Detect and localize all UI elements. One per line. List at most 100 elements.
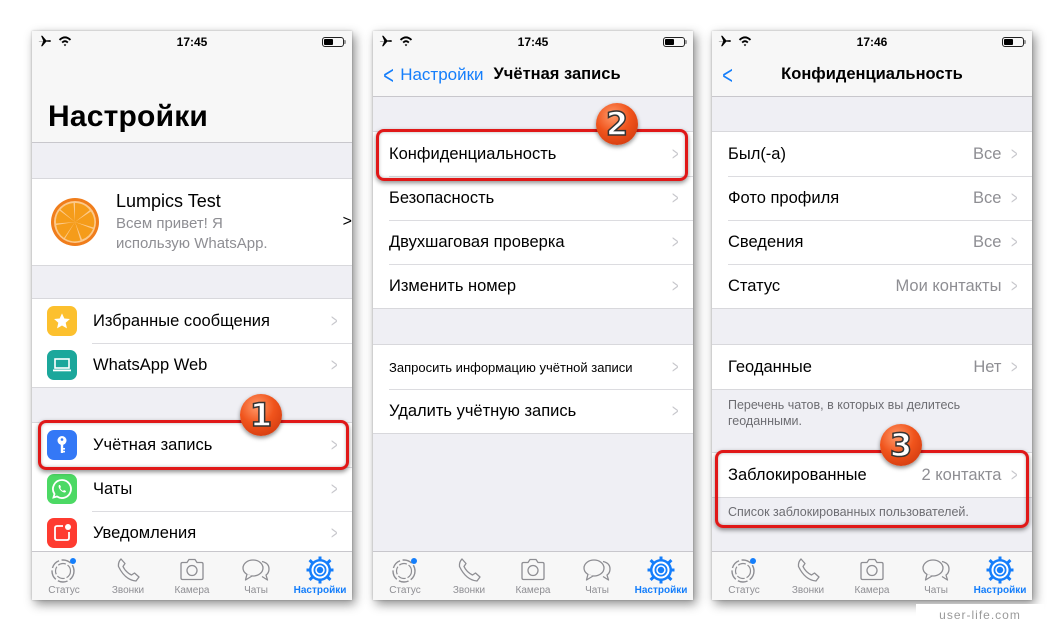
account-item-label: Безопасность (389, 188, 495, 207)
privacy-item-status[interactable]: Статус Мои контакты > (712, 264, 1032, 308)
phone-icon (793, 556, 823, 584)
chevron-right-icon: > (1011, 464, 1018, 485)
chevron-right-icon: > (672, 187, 679, 208)
nav-bar: < Настройки Учётная запись (373, 53, 693, 97)
phone-icon (454, 556, 484, 584)
chevron-right-icon: > (1011, 275, 1018, 296)
nav-bar: < Конфиденциальность (712, 53, 1032, 97)
settings-item-account[interactable]: Учётная запись > (32, 423, 352, 467)
chevron-right-icon: > (331, 478, 338, 499)
account-item-privacy[interactable]: Конфиденциальность > (373, 132, 693, 176)
privacy-item-blocked[interactable]: Заблокированные 2 контакта > (712, 453, 1032, 497)
settings-item-label: Чаты (93, 479, 133, 498)
account-item-change-number[interactable]: Изменить номер > (373, 264, 693, 308)
chats-icon (921, 556, 951, 584)
chevron-right-icon: > (672, 356, 679, 377)
tab-settings[interactable]: Настройки (629, 552, 693, 600)
account-item-two-step[interactable]: Двухшаговая проверка > (373, 220, 693, 264)
privacy-item-live-location[interactable]: Геоданные Нет > (712, 345, 1032, 389)
chevron-right-icon: > (1011, 231, 1018, 252)
chevron-right-icon: > (331, 310, 338, 331)
chevron-right-icon: > (331, 354, 338, 375)
tab-camera[interactable]: Камера (501, 552, 565, 600)
phone-icon (113, 556, 143, 584)
profile-group: Lumpics Test Всем привет! Я использую Wh… (32, 178, 352, 266)
privacy-item-value: Нет (973, 357, 1002, 376)
back-button[interactable]: < Настройки (381, 62, 483, 88)
screen-account: 17:45 < Настройки Учётная запись Конфиде… (373, 31, 693, 600)
account-item-security[interactable]: Безопасность > (373, 176, 693, 220)
tab-calls[interactable]: Звонки (96, 552, 160, 600)
privacy-item-value: 2 контакта (921, 465, 1002, 484)
account-item-label: Изменить номер (389, 276, 516, 295)
tab-chats[interactable]: Чаты (565, 552, 629, 600)
status-bar: 17:45 (373, 31, 693, 53)
whatsapp-icon (47, 474, 77, 504)
tab-status[interactable]: Статус (32, 552, 96, 600)
tab-camera[interactable]: Камера (840, 552, 904, 600)
screen-settings: 17:45 Настройки Lumpics Test Всем привет… (32, 31, 352, 600)
settings-item-whatsapp-web[interactable]: WhatsApp Web > (32, 343, 352, 387)
live-location-footnote: Перечень чатов, в которых вы делитесь ге… (728, 398, 961, 428)
chevron-right-icon: > (331, 434, 338, 455)
privacy-item-label: Фото профиля (728, 188, 840, 207)
blocked-footnote: Список заблокированных пользователей. (728, 505, 969, 519)
settings-item-label: Учётная запись (93, 435, 213, 454)
tab-label: Звонки (111, 585, 145, 596)
chevron-right-icon: > (1011, 356, 1018, 377)
privacy-item-value: Все (973, 144, 1002, 163)
battery-icon (663, 37, 687, 47)
chevron-right-icon: > (672, 400, 679, 421)
tab-label: Статус (48, 585, 80, 596)
tab-label: Камера (174, 585, 210, 596)
privacy-item-value: Все (973, 232, 1002, 251)
account-item-delete[interactable]: Удалить учётную запись > (373, 389, 693, 433)
privacy-item-profile-photo[interactable]: Фото профиля Все > (712, 176, 1032, 220)
chevron-right-icon: > (672, 275, 679, 296)
settings-item-chats[interactable]: Чаты > (32, 467, 352, 511)
chevron-right-icon: > (331, 522, 338, 543)
tab-calls[interactable]: Звонки (437, 552, 501, 600)
tab-label: Камера (515, 585, 551, 596)
chats-icon (241, 556, 271, 584)
step-2-badge: 2 (596, 103, 638, 145)
key-icon (47, 430, 77, 460)
tab-camera[interactable]: Камера (160, 552, 224, 600)
status-icon (390, 556, 420, 584)
tab-status[interactable]: Статус (712, 552, 776, 600)
status-time: 17:45 (176, 35, 208, 49)
watermark: user-life.com (916, 604, 1044, 626)
tab-bar: Статус Звонки Камера Чаты Настройки (712, 551, 1032, 600)
status-icon (49, 556, 79, 584)
privacy-item-last-seen[interactable]: Был(-а) Все > (712, 132, 1032, 176)
battery-icon (1002, 37, 1026, 47)
battery-icon (322, 37, 346, 47)
profile-about-line1: Всем привет! Я (116, 214, 223, 232)
tab-label: Статус (389, 585, 421, 596)
settings-item-notifications[interactable]: Уведомления > (32, 511, 352, 555)
privacy-item-label: Геоданные (728, 357, 812, 376)
status-time: 17:45 (517, 35, 549, 49)
tab-chats[interactable]: Чаты (904, 552, 968, 600)
tab-label: Звонки (452, 585, 486, 596)
settings-item-label: WhatsApp Web (93, 355, 208, 374)
account-group-2: Запросить информацию учётной записи > Уд… (373, 344, 693, 434)
status-bar: 17:46 (712, 31, 1032, 53)
camera-icon (857, 556, 887, 584)
page-title: Настройки (48, 100, 209, 133)
star-icon (47, 306, 77, 336)
page-title: Учётная запись (493, 65, 621, 83)
privacy-item-label: Заблокированные (728, 465, 867, 484)
tab-calls[interactable]: Звонки (776, 552, 840, 600)
tab-settings[interactable]: Настройки (288, 552, 352, 600)
privacy-group-3: Заблокированные 2 контакта > (712, 452, 1032, 498)
tab-settings[interactable]: Настройки (968, 552, 1032, 600)
profile-row[interactable]: Lumpics Test Всем привет! Я использую Wh… (32, 179, 352, 265)
tab-status[interactable]: Статус (373, 552, 437, 600)
profile-about-line2: использую WhatsApp. (116, 234, 268, 252)
privacy-item-about[interactable]: Сведения Все > (712, 220, 1032, 264)
tab-chats[interactable]: Чаты (224, 552, 288, 600)
settings-item-starred[interactable]: Избранные сообщения > (32, 299, 352, 343)
page-title: Конфиденциальность (781, 65, 963, 83)
account-item-request-info[interactable]: Запросить информацию учётной записи > (373, 345, 693, 389)
